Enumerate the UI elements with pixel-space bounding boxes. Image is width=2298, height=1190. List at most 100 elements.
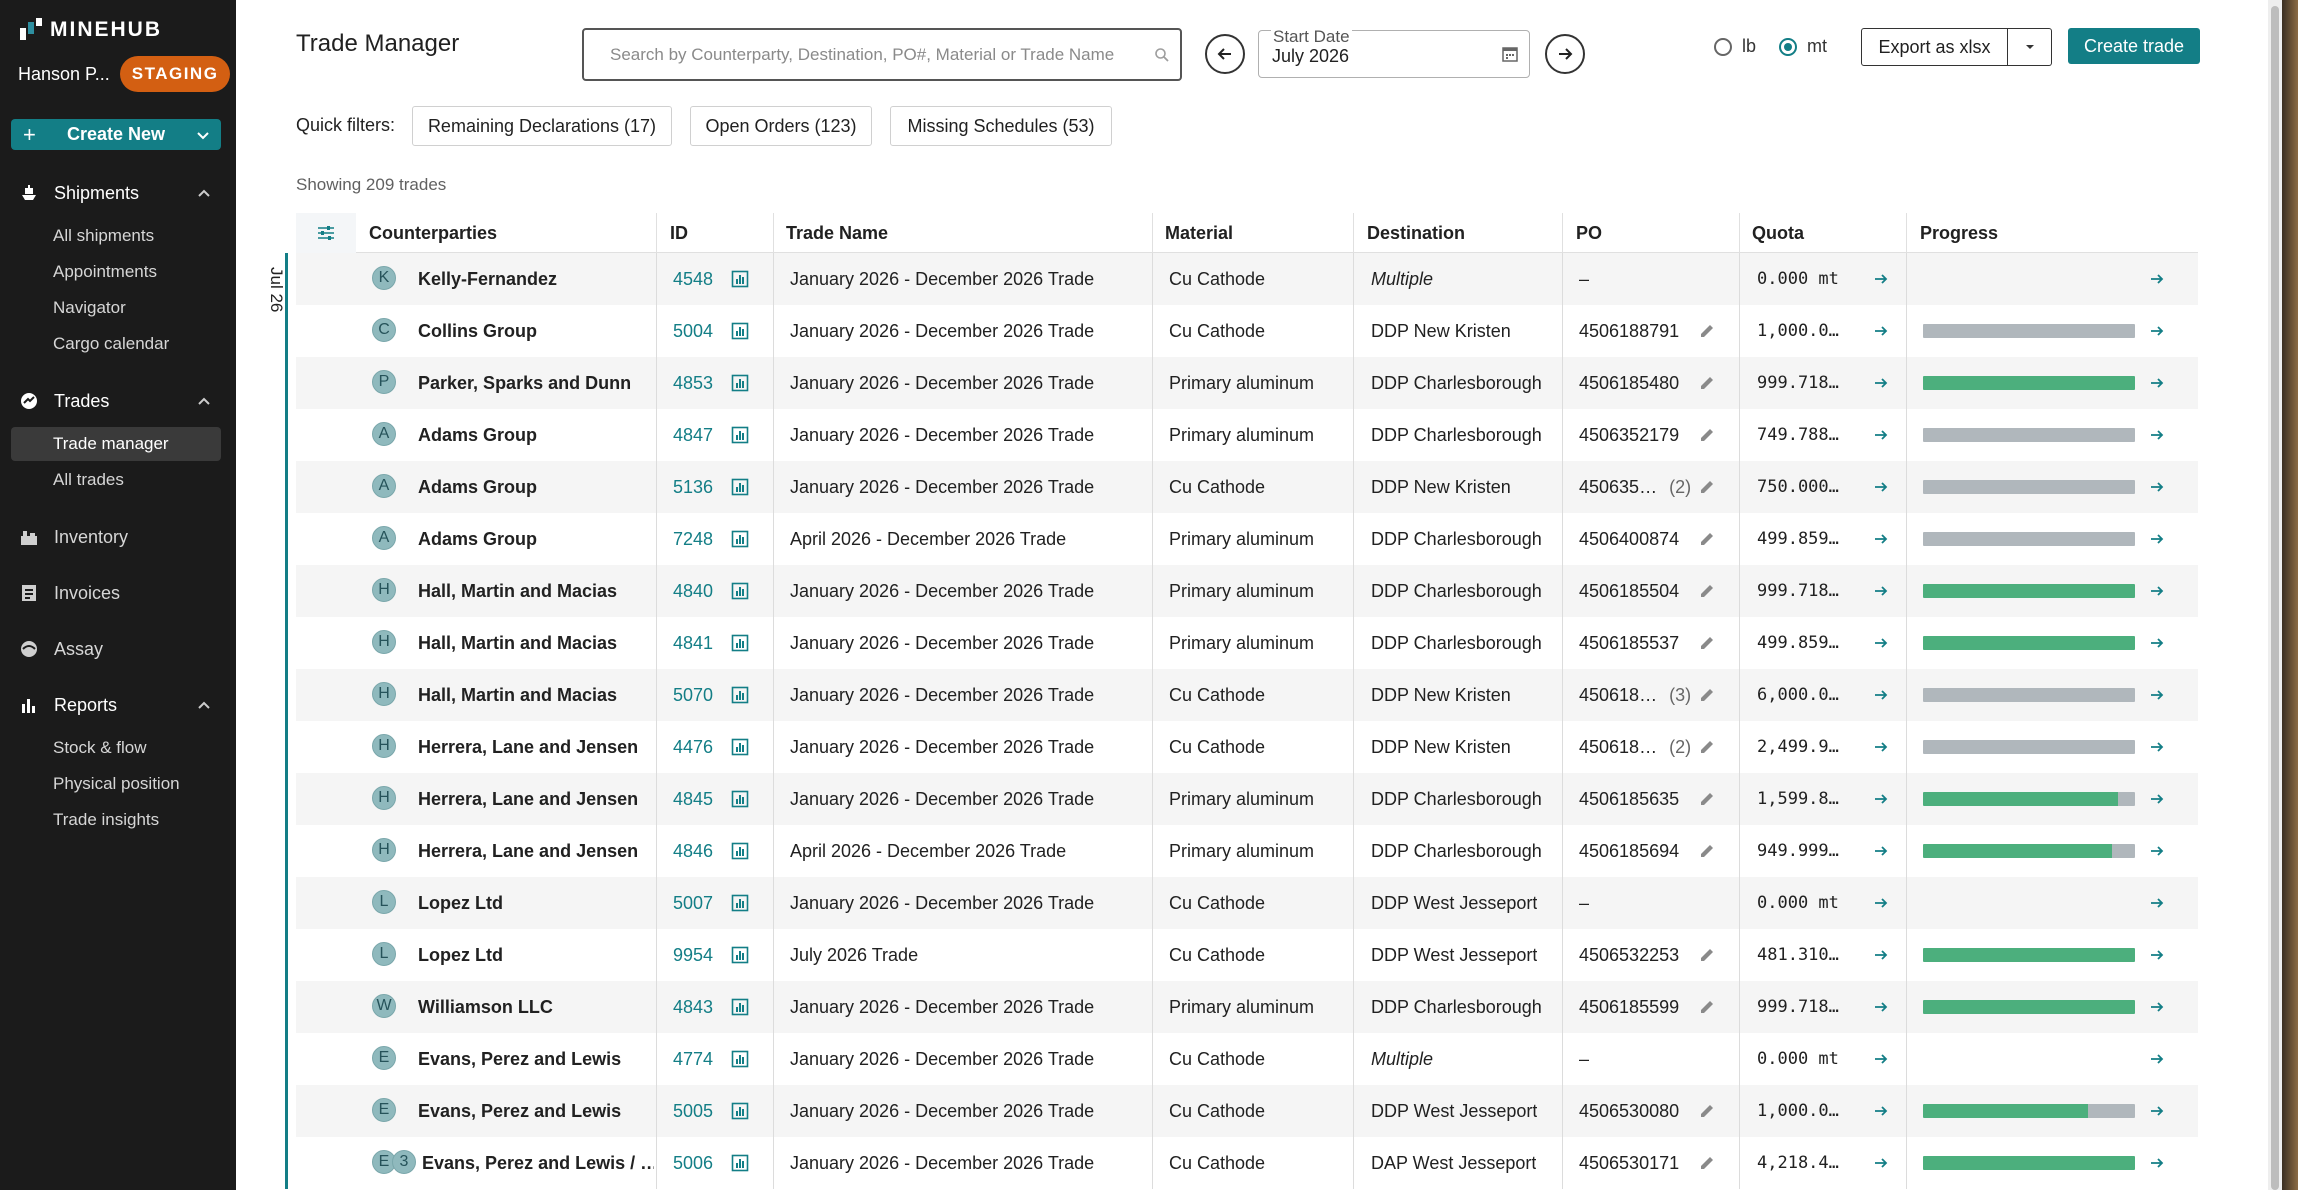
trade-id-link[interactable]: 4840 bbox=[673, 565, 713, 617]
column-header-po[interactable]: PO bbox=[1576, 213, 1602, 253]
row-open-arrow-icon[interactable] bbox=[2149, 843, 2165, 859]
quota-arrow-icon[interactable] bbox=[1873, 947, 1889, 963]
chart-icon[interactable] bbox=[731, 790, 749, 808]
quota-arrow-icon[interactable] bbox=[1873, 791, 1889, 807]
row-open-arrow-icon[interactable] bbox=[2149, 323, 2165, 339]
nav-section-reports[interactable]: Reports bbox=[0, 687, 236, 723]
table-row[interactable]: K Kelly-Fernandez 4548 January 2026 - Decem… bbox=[296, 253, 2198, 305]
sidebar-item-physical-position[interactable]: Physical position bbox=[11, 767, 221, 801]
trade-id-link[interactable]: 9954 bbox=[673, 929, 713, 981]
sidebar-item-all-trades[interactable]: All trades bbox=[11, 463, 221, 497]
table-row[interactable]: A Adams Group 7248 April 2026 - December 20… bbox=[296, 513, 2198, 565]
table-row[interactable]: H Hall, Martin and Macias 4840 January 2026… bbox=[296, 565, 2198, 617]
row-open-arrow-icon[interactable] bbox=[2149, 375, 2165, 391]
trade-id-link[interactable]: 5004 bbox=[673, 305, 713, 357]
row-open-arrow-icon[interactable] bbox=[2149, 271, 2165, 287]
unit-lb-option[interactable]: lb bbox=[1714, 36, 1756, 57]
create-new-button[interactable]: + Create New bbox=[11, 119, 221, 150]
row-open-arrow-icon[interactable] bbox=[2149, 531, 2165, 547]
row-open-arrow-icon[interactable] bbox=[2149, 427, 2165, 443]
counterparty-name[interactable]: Hall, Martin and Macias bbox=[418, 617, 650, 669]
counterparty-name[interactable]: Williamson LLC bbox=[418, 981, 650, 1033]
counterparty-name[interactable]: Herrera, Lane and Jensen bbox=[418, 721, 650, 773]
export-xlsx-button[interactable]: Export as xlsx bbox=[1861, 28, 2008, 66]
counterparty-name[interactable]: Evans, Perez and Lewis bbox=[418, 1085, 650, 1137]
counterparty-name[interactable]: Lopez Ltd bbox=[418, 929, 650, 981]
unit-mt-option[interactable]: mt bbox=[1779, 36, 1827, 57]
row-open-arrow-icon[interactable] bbox=[2149, 1051, 2165, 1067]
counterparty-name[interactable]: Kelly-Fernandez bbox=[418, 253, 650, 305]
quota-arrow-icon[interactable] bbox=[1873, 1155, 1889, 1171]
counterparty-name[interactable]: Adams Group bbox=[418, 409, 650, 461]
counterparty-name[interactable]: Parker, Sparks and Dunn bbox=[418, 357, 650, 409]
quota-arrow-icon[interactable] bbox=[1873, 531, 1889, 547]
quota-arrow-icon[interactable] bbox=[1873, 375, 1889, 391]
start-date-field[interactable]: Start Date July 2026 bbox=[1258, 27, 1530, 78]
chart-icon[interactable] bbox=[731, 1102, 749, 1120]
nav-section-invoices[interactable]: Invoices bbox=[0, 575, 236, 611]
counterparty-name[interactable]: Adams Group bbox=[418, 461, 650, 513]
edit-po-icon[interactable] bbox=[1698, 686, 1716, 704]
nav-section-shipments[interactable]: Shipments bbox=[0, 175, 236, 211]
table-row[interactable]: C Collins Group 5004 January 2026 - Decembe… bbox=[296, 305, 2198, 357]
counterparty-name[interactable]: Hall, Martin and Macias bbox=[418, 669, 650, 721]
table-row[interactable]: E 3 Evans, Perez and Lewis / … 5006 January … bbox=[296, 1137, 2198, 1189]
trade-id-link[interactable]: 4853 bbox=[673, 357, 713, 409]
create-trade-button[interactable]: Create trade bbox=[2068, 28, 2200, 64]
sidebar-item-stock-flow[interactable]: Stock & flow bbox=[11, 731, 221, 765]
row-open-arrow-icon[interactable] bbox=[2149, 895, 2165, 911]
edit-po-icon[interactable] bbox=[1698, 582, 1716, 600]
nav-section-inventory[interactable]: Inventory bbox=[0, 519, 236, 555]
table-row[interactable]: H Herrera, Lane and Jensen 4846 April 2026 … bbox=[296, 825, 2198, 877]
column-header-quota[interactable]: Quota bbox=[1752, 213, 1804, 253]
table-row[interactable]: H Herrera, Lane and Jensen 4476 January 202… bbox=[296, 721, 2198, 773]
quota-arrow-icon[interactable] bbox=[1873, 427, 1889, 443]
row-open-arrow-icon[interactable] bbox=[2149, 635, 2165, 651]
column-header-destination[interactable]: Destination bbox=[1367, 213, 1465, 253]
search-input[interactable]: Search by Counterparty, Destination, PO#… bbox=[582, 28, 1182, 81]
trade-id-link[interactable]: 4846 bbox=[673, 825, 713, 877]
counterparty-name[interactable]: Evans, Perez and Lewis / … bbox=[422, 1137, 654, 1189]
row-open-arrow-icon[interactable] bbox=[2149, 947, 2165, 963]
unit-mt-radio[interactable] bbox=[1779, 37, 1797, 56]
user-name[interactable]: Hanson P... bbox=[18, 64, 110, 85]
quota-arrow-icon[interactable] bbox=[1873, 271, 1889, 287]
edit-po-icon[interactable] bbox=[1698, 946, 1716, 964]
edit-po-icon[interactable] bbox=[1698, 790, 1716, 808]
edit-po-icon[interactable] bbox=[1698, 738, 1716, 756]
chart-icon[interactable] bbox=[731, 270, 749, 288]
trade-id-link[interactable]: 5136 bbox=[673, 461, 713, 513]
trade-id-link[interactable]: 4843 bbox=[673, 981, 713, 1033]
edit-po-icon[interactable] bbox=[1698, 634, 1716, 652]
trade-id-link[interactable]: 4847 bbox=[673, 409, 713, 461]
edit-po-icon[interactable] bbox=[1698, 998, 1716, 1016]
counterparty-name[interactable]: Evans, Perez and Lewis bbox=[418, 1033, 650, 1085]
trade-id-link[interactable]: 5006 bbox=[673, 1137, 713, 1189]
column-header-id[interactable]: ID bbox=[670, 213, 688, 253]
table-row[interactable]: E Evans, Perez and Lewis 4774 January 2026 … bbox=[296, 1033, 2198, 1085]
row-open-arrow-icon[interactable] bbox=[2149, 1155, 2165, 1171]
trade-id-link[interactable]: 5005 bbox=[673, 1085, 713, 1137]
table-row[interactable]: L Lopez Ltd 9954 July 2026 Trade Cu Cathode D… bbox=[296, 929, 2198, 981]
table-row[interactable]: H Hall, Martin and Macias 4841 January 2026… bbox=[296, 617, 2198, 669]
sidebar-item-all-shipments[interactable]: All shipments bbox=[11, 219, 221, 253]
sidebar-item-cargo-calendar[interactable]: Cargo calendar bbox=[11, 327, 221, 361]
trade-id-link[interactable]: 7248 bbox=[673, 513, 713, 565]
calendar-icon[interactable] bbox=[1501, 45, 1519, 63]
column-header-counterparties[interactable]: Counterparties bbox=[369, 213, 497, 253]
chart-icon[interactable] bbox=[731, 478, 749, 496]
chart-icon[interactable] bbox=[731, 426, 749, 444]
quota-arrow-icon[interactable] bbox=[1873, 895, 1889, 911]
trade-id-link[interactable]: 5070 bbox=[673, 669, 713, 721]
quota-arrow-icon[interactable] bbox=[1873, 1103, 1889, 1119]
counterparty-name[interactable]: Adams Group bbox=[418, 513, 650, 565]
counterparty-name[interactable]: Lopez Ltd bbox=[418, 877, 650, 929]
table-row[interactable]: H Hall, Martin and Macias 5070 January 2026… bbox=[296, 669, 2198, 721]
row-open-arrow-icon[interactable] bbox=[2149, 791, 2165, 807]
trade-id-link[interactable]: 4476 bbox=[673, 721, 713, 773]
quick-filter-missing-schedules[interactable]: Missing Schedules (53) bbox=[890, 106, 1112, 146]
quota-arrow-icon[interactable] bbox=[1873, 323, 1889, 339]
quick-filter-open-orders[interactable]: Open Orders (123) bbox=[690, 106, 872, 146]
counterparty-name[interactable]: Collins Group bbox=[418, 305, 650, 357]
table-row[interactable]: W Williamson LLC 4843 January 2026 - Decemb… bbox=[296, 981, 2198, 1033]
